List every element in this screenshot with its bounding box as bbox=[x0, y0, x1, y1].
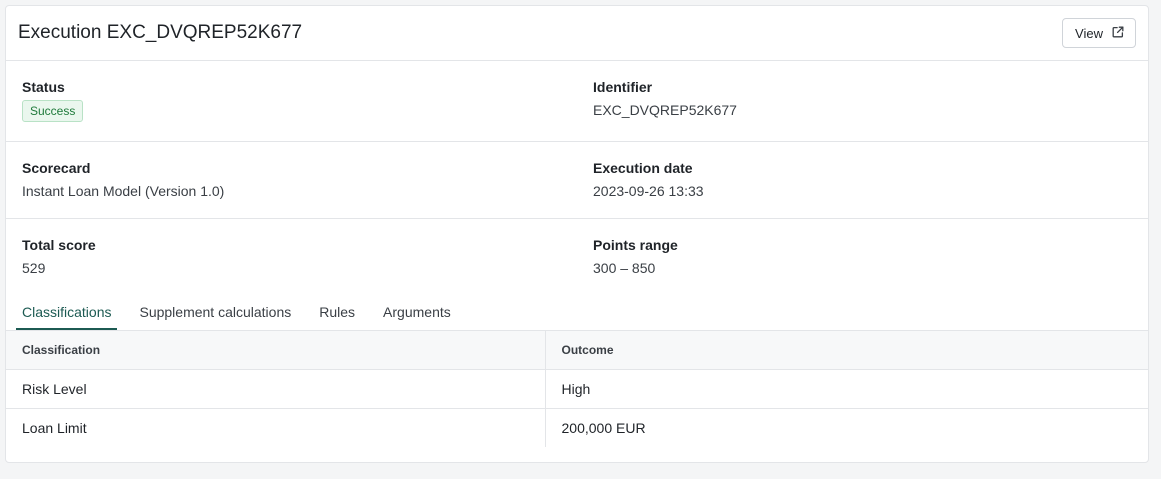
table-cell-outcome: High bbox=[545, 369, 1148, 409]
table-cell-classification: Loan Limit bbox=[6, 408, 546, 447]
table-cell-classification: Risk Level bbox=[6, 369, 546, 409]
tab-supplement-calculations[interactable]: Supplement calculations bbox=[133, 304, 297, 330]
tab-rules[interactable]: Rules bbox=[313, 304, 361, 330]
identifier-field: Identifier EXC_DVQREP52K677 bbox=[577, 61, 1148, 141]
tab-bar: Classifications Supplement calculations … bbox=[6, 292, 1148, 331]
column-header-classification: Classification bbox=[6, 331, 546, 370]
external-link-icon bbox=[1111, 25, 1125, 42]
execution-date-label: Execution date bbox=[593, 160, 693, 176]
tab-classifications[interactable]: Classifications bbox=[16, 304, 118, 330]
scorecard-value: Instant Loan Model (Version 1.0) bbox=[22, 183, 225, 199]
column-header-outcome: Outcome bbox=[545, 331, 1148, 370]
status-badge: Success bbox=[22, 100, 84, 122]
card-header: Execution EXC_DVQREP52K677 View bbox=[6, 6, 1148, 61]
scorecard-label: Scorecard bbox=[22, 160, 91, 176]
points-range-label: Points range bbox=[593, 237, 678, 253]
table-cell-outcome: 200,000 EUR bbox=[561, 419, 646, 436]
tab-arguments[interactable]: Arguments bbox=[377, 304, 457, 330]
table-row: Risk Level High bbox=[6, 369, 1148, 409]
info-row-scorecard: Scorecard Instant Loan Model (Version 1.… bbox=[6, 142, 1148, 219]
total-score-label: Total score bbox=[22, 237, 96, 253]
points-range-value: 300 – 850 bbox=[593, 260, 656, 276]
table-header-row: Classification Outcome bbox=[6, 331, 1148, 370]
total-score-value: 529 bbox=[22, 260, 46, 276]
classifications-table: Classification Outcome Risk Level High L… bbox=[6, 331, 1148, 447]
status-label: Status bbox=[22, 79, 65, 95]
total-score-field: Total score 529 bbox=[6, 219, 577, 292]
view-button-label: View bbox=[1075, 25, 1103, 41]
table-row: Loan Limit 200,000 EUR bbox=[6, 408, 1148, 447]
view-button[interactable]: View bbox=[1062, 18, 1136, 48]
execution-date-value: 2023-09-26 13:33 bbox=[593, 183, 704, 199]
status-field: Status Success bbox=[6, 61, 577, 141]
execution-card: Execution EXC_DVQREP52K677 View Status S… bbox=[5, 5, 1149, 463]
page-title: Execution EXC_DVQREP52K677 bbox=[18, 22, 303, 43]
info-row-status: Status Success Identifier EXC_DVQREP52K6… bbox=[6, 61, 1148, 142]
points-range-field: Points range 300 – 850 bbox=[577, 219, 1148, 292]
identifier-value: EXC_DVQREP52K677 bbox=[593, 102, 737, 118]
identifier-label: Identifier bbox=[593, 79, 653, 95]
info-row-score: Total score 529 Points range 300 – 850 bbox=[6, 219, 1148, 292]
execution-date-field: Execution date 2023-09-26 13:33 bbox=[577, 142, 1148, 218]
scorecard-field: Scorecard Instant Loan Model (Version 1.… bbox=[6, 142, 577, 218]
